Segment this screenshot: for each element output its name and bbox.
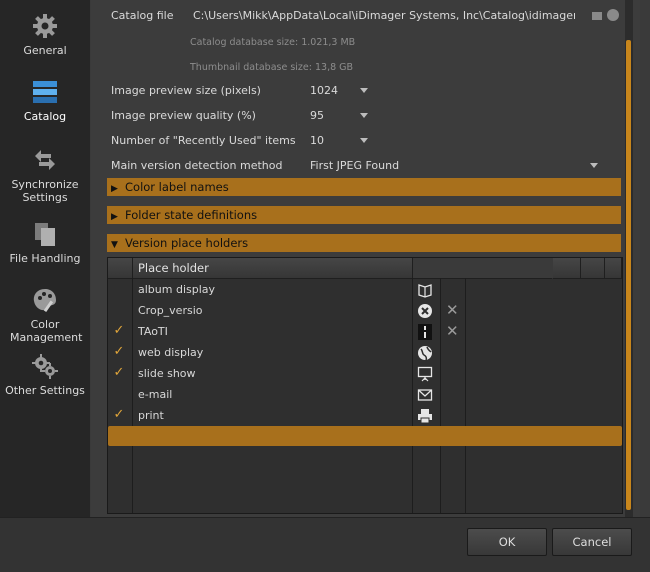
preview-quality-chevron-down-icon[interactable]: [360, 113, 368, 118]
sidebar-item-catalog[interactable]: Catalog: [0, 78, 90, 123]
recent-items-select[interactable]: 10: [310, 134, 324, 147]
check-icon[interactable]: ✓: [112, 365, 126, 380]
palette-icon: [33, 289, 56, 313]
place-holder-name: TAoTI: [138, 325, 168, 338]
table-row[interactable]: ✓ web display: [108, 342, 622, 363]
sidebar-label-general: General: [23, 44, 67, 57]
place-holder-name: e-mail: [138, 388, 173, 401]
files-icon: [35, 223, 55, 246]
delete-icon[interactable]: ✕: [446, 322, 459, 340]
catalog-icon: [33, 81, 57, 103]
place-holder-name: slide show: [138, 367, 196, 380]
preview-quality-label: Image preview quality (%): [111, 109, 256, 122]
gear-icon: [33, 14, 57, 38]
expand-triangle-icon: ▶: [111, 184, 118, 194]
scrollbar-thumb[interactable]: [626, 40, 631, 510]
section-folder-state-definitions[interactable]: ▶ Folder state definitions: [107, 206, 621, 224]
check-icon[interactable]: ✓: [112, 407, 126, 422]
header-spacer: [413, 258, 552, 279]
vertical-scrollbar[interactable]: [625, 0, 633, 517]
preview-size-label: Image preview size (pixels): [111, 84, 261, 97]
sidebar-label-other-settings: Other Settings: [5, 384, 85, 397]
header-extra-column-3[interactable]: [605, 258, 622, 279]
sidebar: General Catalog Synchronize Settings Fil…: [0, 0, 90, 517]
collapse-triangle-icon: ▼: [111, 240, 118, 250]
bar-marker-icon: [418, 324, 432, 340]
preview-size-chevron-down-icon[interactable]: [360, 88, 368, 93]
sidebar-item-file-handling[interactable]: File Handling: [0, 220, 90, 265]
version-method-chevron-down-icon[interactable]: [590, 163, 598, 168]
thumbnail-db-size: Thumbnail database size: 13,8 GB: [190, 62, 354, 73]
sidebar-item-other-settings[interactable]: Other Settings: [0, 352, 90, 397]
version-method-label: Main version detection method: [111, 159, 283, 172]
dialog-footer: OK Cancel: [0, 517, 650, 572]
crop-remove-icon: [418, 304, 432, 318]
gears-icon: [32, 354, 58, 379]
section-title: Folder state definitions: [125, 208, 258, 222]
table-row-selected-new[interactable]: [108, 426, 622, 446]
catalog-db-size: Catalog database size: 1.021,3 MB: [190, 37, 356, 48]
sidebar-item-general[interactable]: General: [0, 12, 90, 57]
projector-screen-icon: [417, 366, 433, 382]
envelope-icon: [417, 389, 433, 401]
printer-icon: [418, 409, 432, 424]
recent-items-chevron-down-icon[interactable]: [360, 138, 368, 143]
table-row[interactable]: e-mail: [108, 384, 622, 405]
preferences-window: General Catalog Synchronize Settings Fil…: [0, 0, 650, 572]
catalog-file-path[interactable]: C:\Users\Mikk\AppData\Local\iDimager Sys…: [193, 9, 575, 22]
sidebar-label-color-management: Color Management: [10, 318, 83, 344]
catalog-file-minimize-icon[interactable]: [592, 12, 602, 20]
place-holder-name: web display: [138, 346, 204, 359]
preview-size-select[interactable]: 1024: [310, 84, 338, 97]
table-row[interactable]: ✓ slide show: [108, 363, 622, 384]
table-row[interactable]: ✓ print: [108, 405, 622, 426]
place-holder-name: Crop_versio: [138, 304, 203, 317]
expand-triangle-icon: ▶: [111, 212, 118, 222]
section-title: Version place holders: [125, 236, 249, 250]
globe-icon: [418, 346, 432, 361]
place-holder-name: album display: [138, 283, 216, 296]
table-row[interactable]: album display: [108, 279, 622, 300]
recent-items-label: Number of "Recently Used" items: [111, 134, 296, 147]
table-header: Place holder: [108, 258, 622, 279]
place-holder-name: print: [138, 409, 164, 422]
preview-quality-select[interactable]: 95: [310, 109, 324, 122]
section-title: Color label names: [125, 180, 229, 194]
delete-icon[interactable]: ✕: [446, 301, 459, 319]
version-method-select[interactable]: First JPEG Found: [310, 159, 399, 172]
ok-button[interactable]: OK: [467, 528, 547, 556]
table-row[interactable]: Crop_versio ✕: [108, 300, 622, 321]
place-holder-table: Place holder album display Crop_versio ✕…: [107, 257, 623, 514]
header-extra-column-2[interactable]: [581, 258, 605, 279]
sync-arrows-icon: [35, 150, 55, 170]
check-icon[interactable]: ✓: [112, 323, 126, 338]
header-place-holder-label: Place holder: [138, 261, 209, 275]
sidebar-label-file-handling: File Handling: [9, 252, 81, 265]
table-row[interactable]: ✓ TAoTI ✕: [108, 321, 622, 342]
section-color-label-names[interactable]: ▶ Color label names: [107, 178, 621, 196]
catalog-file-options-icon[interactable]: [607, 9, 619, 21]
cancel-button[interactable]: Cancel: [552, 528, 632, 556]
section-version-place-holders[interactable]: ▼ Version place holders: [107, 234, 621, 252]
catalog-file-label: Catalog file: [111, 9, 174, 22]
sidebar-label-synchronize: Synchronize Settings: [11, 178, 79, 204]
check-icon[interactable]: ✓: [112, 344, 126, 359]
header-check-column[interactable]: [108, 258, 133, 279]
header-extra-column-1[interactable]: [553, 258, 581, 279]
sidebar-item-color-management[interactable]: Color Management: [0, 286, 90, 344]
sidebar-label-catalog: Catalog: [23, 110, 67, 123]
album-book-icon: [418, 284, 432, 298]
sidebar-item-synchronize-settings[interactable]: Synchronize Settings: [0, 146, 90, 204]
